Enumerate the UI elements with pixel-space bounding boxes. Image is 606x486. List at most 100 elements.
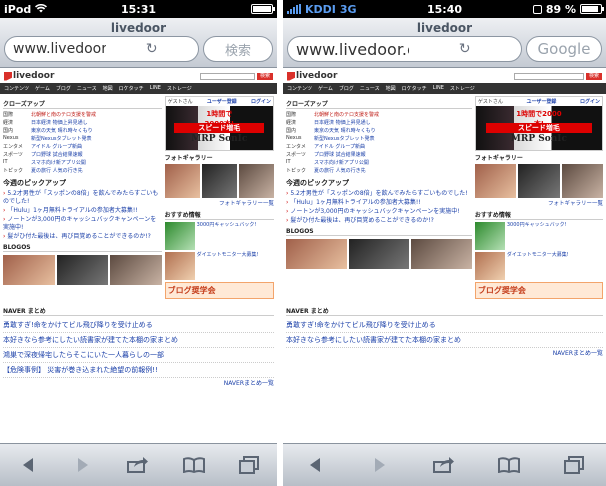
naver-item[interactable]: 【危険事例】 災害が巻き込まれた絶望の前報例!! — [3, 363, 274, 378]
naver-item[interactable]: 勇敢すぎ!命をかけてビル飛び降りを受け止める — [286, 318, 603, 333]
site-nav-item[interactable]: コンテンツ — [4, 85, 29, 92]
forward-icon[interactable] — [365, 450, 395, 480]
site-nav-item[interactable]: ニュース — [77, 85, 97, 92]
closeup-headline[interactable]: アイドル グループ新曲 — [31, 143, 162, 150]
closeup-headline[interactable]: 夏の旅行 人気の行き先 — [314, 167, 472, 174]
naver-item[interactable]: 勇敢すぎ!命をかけてビル飛び降りを受け止める — [3, 318, 274, 333]
reco-image[interactable] — [474, 222, 505, 250]
closeup-headline[interactable]: 東京の天気 晴れ時々くもり — [314, 127, 472, 134]
reco-image[interactable] — [164, 222, 195, 250]
register-link[interactable]: ユーザー登録 — [526, 98, 556, 105]
closeup-row[interactable]: IT スマホ向け新アプリ公開 — [3, 159, 162, 166]
gallery-thumb[interactable] — [474, 164, 517, 198]
reco-text[interactable]: 3000円キャッシュバック! — [197, 222, 257, 229]
site-nav-item[interactable]: ストレージ — [450, 85, 475, 92]
livedoor-logo[interactable]: livedoor — [287, 71, 337, 81]
pickup-item[interactable]: 「Hulu」1ヶ月無料トライアルの参加者大募集!! — [286, 199, 472, 207]
site-nav-item[interactable]: ニュース — [360, 85, 380, 92]
blogos-thumb[interactable] — [110, 255, 162, 285]
search-field[interactable]: Google — [526, 36, 602, 62]
closeup-row[interactable]: 経済 日本経済 物価上昇見通し — [3, 119, 162, 126]
register-link[interactable]: ユーザー登録 — [207, 98, 237, 105]
site-search-input[interactable] — [200, 72, 255, 80]
blogos-thumb[interactable] — [56, 255, 109, 285]
pickup-item[interactable]: 5.2才男性が「スッポンの8倍」を飲んでみたらすごいものでした! — [3, 190, 162, 206]
back-icon[interactable] — [13, 450, 43, 480]
naver-item[interactable]: 本好きなら参考にしたい読書家が建てた本棚の家まとめ — [3, 333, 274, 348]
closeup-row[interactable]: IT スマホ向け新アプリ公開 — [286, 159, 472, 166]
search-field[interactable]: 検索 — [203, 36, 273, 62]
ad-block[interactable]: ゲストさん ユーザー登録 ログイン 1時間で2000本! スピード増毛 MRP … — [474, 96, 603, 151]
tabs-icon[interactable] — [234, 450, 264, 480]
naver-item[interactable]: 本好きなら参考にしたい読書家が建てた本棚の家まとめ — [286, 333, 603, 348]
share-icon[interactable] — [123, 450, 153, 480]
closeup-headline[interactable]: 新型Nexusタブレット発表 — [31, 135, 162, 142]
back-icon[interactable] — [300, 450, 330, 480]
blog-award-banner[interactable]: ブログ奨学会 — [474, 282, 603, 299]
site-nav-item[interactable]: LINE — [150, 85, 161, 92]
site-search-button[interactable]: 検索 — [586, 72, 602, 80]
bookmarks-icon[interactable] — [179, 450, 209, 480]
closeup-headline[interactable]: 東京の天気 晴れ時々くもり — [31, 127, 162, 134]
pickup-item[interactable]: 「Hulu」1ヶ月無料トライアルの参加者大募集!! — [3, 207, 162, 215]
naver-more-link[interactable]: NAVERまとめ一覧 — [286, 348, 603, 357]
reco-text[interactable]: ダイエットモニター大募集! — [197, 252, 259, 259]
reload-icon[interactable]: ↻ — [106, 41, 199, 57]
closeup-headline[interactable]: 夏の旅行 人気の行き先 — [31, 167, 162, 174]
closeup-row[interactable]: エンタメ アイドル グループ新曲 — [286, 143, 472, 150]
address-field[interactable]: www.livedoor.com/?igno ↻ — [4, 36, 199, 62]
gallery-more-link[interactable]: フォトギャラリー一覧 — [165, 199, 274, 207]
ad-block[interactable]: ゲストさん ユーザー登録 ログイン 1時間で2000本! スピード増毛 MRP … — [164, 96, 274, 151]
tabs-icon[interactable] — [559, 450, 589, 480]
closeup-row[interactable]: Nexus 新型Nexusタブレット発表 — [286, 135, 472, 142]
closeup-headline[interactable]: 新型Nexusタブレット発表 — [314, 135, 472, 142]
pickup-item[interactable]: ノートンが3,000円のキャッシュバックキャンペーンを実施中! — [3, 216, 162, 232]
closeup-headline[interactable]: スマホ向け新アプリ公開 — [31, 159, 162, 166]
forward-icon[interactable] — [68, 450, 98, 480]
pickup-item[interactable]: 髪がひ付た最後は、再び目覚めることができるのか!? — [3, 233, 162, 241]
share-icon[interactable] — [429, 450, 459, 480]
site-nav-item[interactable]: 地図 — [386, 85, 396, 92]
site-nav-item[interactable]: ゲーム — [318, 85, 333, 92]
reco-text[interactable]: 3000円キャッシュバック! — [507, 222, 567, 229]
closeup-row[interactable]: 国際 北朝鮮と南のテロ支援を警戒 — [286, 111, 472, 118]
gallery-thumb[interactable] — [164, 164, 200, 198]
address-field[interactable]: www.livedoor.com/?igno ↻ — [287, 36, 522, 62]
site-search-button[interactable]: 検索 — [257, 72, 273, 80]
blogos-thumb[interactable] — [3, 255, 55, 285]
site-nav-item[interactable]: ゲーム — [35, 85, 50, 92]
closeup-row[interactable]: 国際 北朝鮮と南のテロ支援を警戒 — [3, 111, 162, 118]
closeup-row[interactable]: 国内 東京の天気 晴れ時々くもり — [3, 127, 162, 134]
gallery-thumb[interactable] — [201, 164, 237, 198]
site-nav-item[interactable]: ブログ — [339, 85, 354, 92]
closeup-headline[interactable]: 北朝鮮と南のテロ支援を警戒 — [31, 111, 162, 118]
login-link[interactable]: ログイン — [580, 98, 600, 105]
reco-image[interactable] — [474, 252, 505, 280]
site-nav-item[interactable]: ロケタッチ — [119, 85, 144, 92]
site-search-input[interactable] — [514, 72, 584, 80]
closeup-row[interactable]: トピック 夏の旅行 人気の行き先 — [3, 167, 162, 174]
closeup-headline[interactable]: スマホ向け新アプリ公開 — [314, 159, 472, 166]
closeup-row[interactable]: エンタメ アイドル グループ新曲 — [3, 143, 162, 150]
closeup-headline[interactable]: 日本経済 物価上昇見通し — [314, 119, 472, 126]
site-nav-item[interactable]: ロケタッチ — [402, 85, 427, 92]
pickup-item[interactable]: 髪がひ付た最後は、再び目覚めることができるのか!? — [286, 217, 472, 225]
closeup-row[interactable]: 国内 東京の天気 晴れ時々くもり — [286, 127, 472, 134]
closeup-headline[interactable]: 日本経済 物価上昇見通し — [31, 119, 162, 126]
livedoor-logo[interactable]: livedoor — [4, 71, 54, 81]
closeup-row[interactable]: Nexus 新型Nexusタブレット発表 — [3, 135, 162, 142]
gallery-more-link[interactable]: フォトギャラリー一覧 — [475, 199, 603, 207]
blog-award-banner[interactable]: ブログ奨学会 — [164, 282, 274, 299]
naver-item[interactable]: 鴻巣で深夜帰宅したらそこにいた一人暮らしの一部 — [3, 348, 274, 363]
site-nav-item[interactable]: ブログ — [56, 85, 71, 92]
gallery-thumb[interactable] — [238, 164, 274, 198]
login-link[interactable]: ログイン — [251, 98, 271, 105]
blogos-thumb[interactable] — [286, 239, 347, 269]
closeup-row[interactable]: スポーツ プロ野球 試合結果速報 — [3, 151, 162, 158]
pickup-item[interactable]: ノートンが3,000円のキャッシュバックキャンペーンを実施中! — [286, 208, 472, 216]
closeup-headline[interactable]: アイドル グループ新曲 — [314, 143, 472, 150]
site-nav-item[interactable]: ストレージ — [167, 85, 192, 92]
reload-icon[interactable]: ↻ — [409, 41, 522, 57]
bookmarks-icon[interactable] — [494, 450, 524, 480]
closeup-row[interactable]: スポーツ プロ野球 試合結果速報 — [286, 151, 472, 158]
